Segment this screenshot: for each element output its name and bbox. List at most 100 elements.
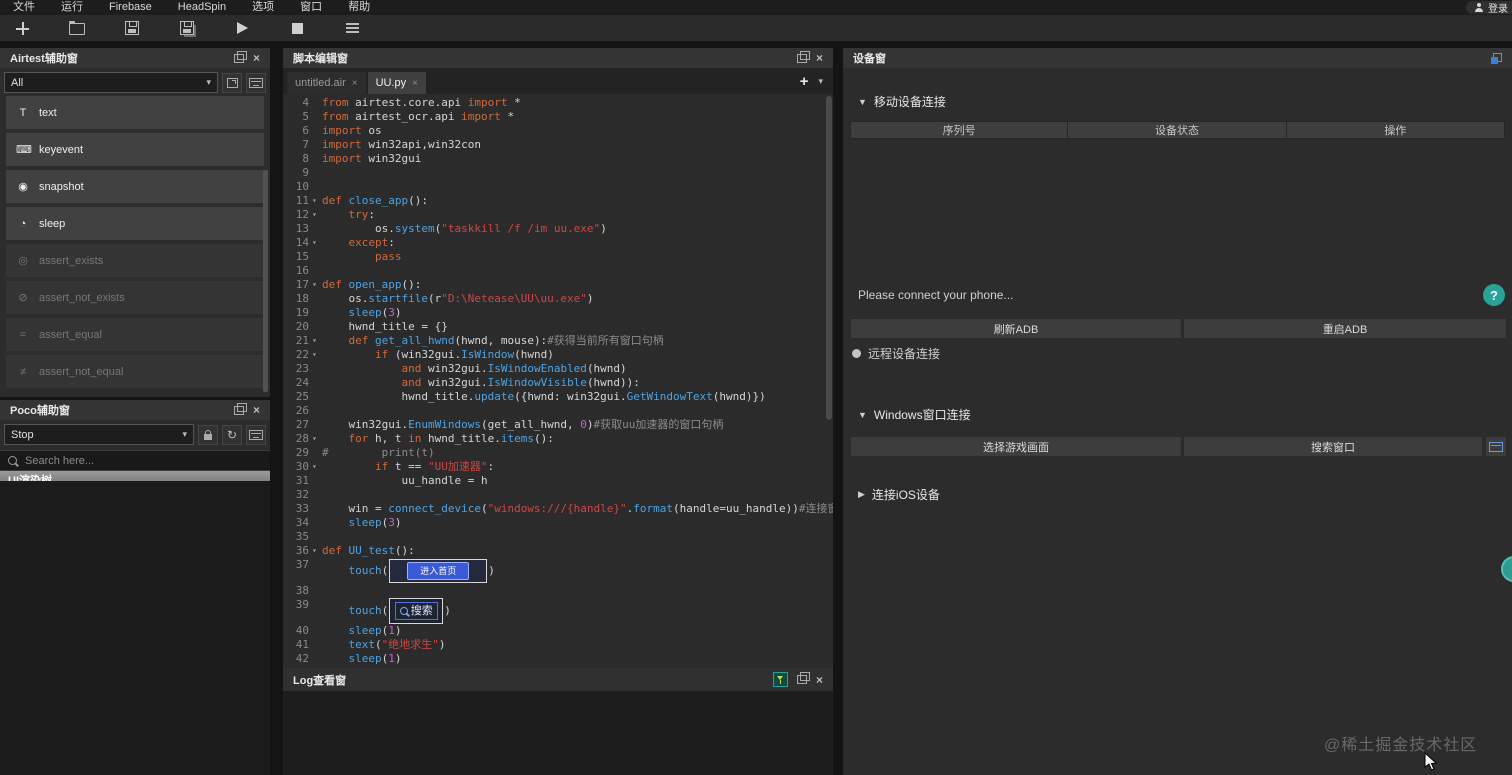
script-editor-panel: 脚本编辑窗 × untitled.air × UU.py × + ▾ 4 from ai…: [283, 48, 833, 668]
snippet-keyevent[interactable]: ⌨ keyevent: [6, 133, 264, 166]
line-number: 6: [302, 124, 309, 137]
poco-mode-dropdown[interactable]: Stop ▾: [4, 424, 194, 445]
tab-untitled.air[interactable]: untitled.air ×: [287, 72, 366, 94]
line-number: 7: [302, 138, 309, 151]
poco-search-input[interactable]: [23, 453, 262, 468]
line-number: 34: [295, 516, 309, 529]
section-windows-connect[interactable]: ▼ Windows窗口连接: [858, 406, 971, 423]
fold-marker[interactable]: ▾: [312, 348, 322, 362]
fold-marker[interactable]: ▾: [312, 278, 322, 292]
log-report-button[interactable]: [338, 18, 366, 38]
code-token: os.: [322, 222, 395, 235]
save-button[interactable]: [118, 18, 146, 38]
code-token: :: [388, 236, 395, 249]
save-all-button[interactable]: [173, 18, 201, 38]
snippet-snapshot[interactable]: ◉ snapshot: [6, 170, 264, 203]
close-icon[interactable]: ×: [816, 674, 823, 686]
code-token: ): [394, 306, 402, 319]
window-keyboard-button[interactable]: [1485, 436, 1507, 457]
snippet-sleep[interactable]: ◔ sleep: [6, 207, 264, 240]
lock-button[interactable]: [198, 424, 218, 445]
search-window-button[interactable]: 搜索窗口: [1183, 436, 1483, 457]
open-folder-button[interactable]: [63, 18, 91, 38]
code-token: def: [322, 544, 342, 557]
fold-marker[interactable]: ▾: [312, 194, 322, 208]
stop-script-button[interactable]: [283, 18, 311, 38]
snippet-assert_not_equal[interactable]: ≠ assert_not_equal: [6, 355, 264, 388]
close-icon[interactable]: ×: [253, 52, 260, 64]
fold-marker[interactable]: ▾: [312, 208, 322, 222]
insert-to-editor-button[interactable]: [222, 72, 242, 93]
editor-scrollbar[interactable]: [826, 96, 832, 420]
line-content: touch(进入首页): [322, 558, 495, 584]
code-editor[interactable]: 4 from airtest.core.api import * 5 from air…: [283, 94, 833, 668]
refresh-adb-button[interactable]: 刷新ADB: [850, 318, 1182, 339]
new-script-button[interactable]: +: [800, 74, 809, 89]
ui-tree-area[interactable]: [0, 481, 270, 775]
keyboard-button[interactable]: [246, 72, 266, 93]
snippet-assert_equal[interactable]: = assert_equal: [6, 318, 264, 351]
tab-UU.py[interactable]: UU.py ×: [367, 72, 427, 94]
code-token: win32gui.: [421, 362, 488, 375]
line-number: 20: [295, 320, 309, 333]
inline-image-search[interactable]: 搜索: [389, 598, 444, 624]
refresh-tree-button[interactable]: ↻: [222, 424, 242, 445]
inline-image-home-button[interactable]: 进入首页: [389, 559, 488, 583]
code-token: win =: [322, 502, 389, 515]
menu-item-options[interactable]: 选项: [239, 0, 287, 15]
api-filter-dropdown[interactable]: All ▾: [4, 72, 218, 93]
code-token: from: [322, 110, 349, 123]
run-script-button[interactable]: [228, 18, 256, 38]
menu-item-help[interactable]: 帮助: [335, 0, 383, 15]
menu-item-firebase[interactable]: Firebase: [96, 0, 165, 15]
code-token: (: [480, 502, 488, 515]
airtest-scrollbar[interactable]: [263, 170, 268, 392]
section-ios-connect[interactable]: ▶ 连接iOS设备: [858, 486, 940, 503]
code-token: (hwnd)):: [586, 376, 640, 389]
section-mobile-connect[interactable]: ▼ 移动设备连接: [858, 93, 946, 110]
snippet-text[interactable]: Ttext: [6, 96, 264, 129]
code-token: #获取uu加速器的窗口句柄: [593, 418, 724, 431]
code-token: "D:\Netease\UU\uu.exe": [441, 292, 587, 305]
line-number: 18: [295, 292, 309, 305]
tab-close-icon[interactable]: ×: [352, 78, 358, 89]
fold-marker[interactable]: ▾: [312, 460, 322, 474]
line-number: 41: [295, 638, 309, 651]
line-number: 8: [302, 152, 309, 165]
poco-keyboard-button[interactable]: [246, 424, 266, 445]
fold-marker[interactable]: ▾: [312, 432, 322, 446]
tab-list-button[interactable]: ▾: [818, 76, 823, 87]
code-token: import: [322, 124, 362, 137]
float-window-icon[interactable]: [233, 402, 247, 415]
code-token: ): [394, 652, 402, 665]
code-line-11: 11 ▾ def close_app ():: [283, 194, 833, 208]
float-window-icon[interactable]: [796, 50, 810, 63]
menu-item-file[interactable]: 文件: [0, 0, 48, 15]
close-icon[interactable]: ×: [253, 404, 260, 416]
fold-marker[interactable]: ▾: [312, 334, 322, 348]
snippet-label: assert_not_equal: [39, 365, 124, 378]
snippet-assert_not_exists[interactable]: ⊘ assert_not_exists: [6, 281, 264, 314]
new-file-button[interactable]: [8, 18, 36, 38]
device-panel-title: 设备窗: [853, 53, 886, 65]
float-window-icon[interactable]: [796, 672, 810, 684]
restart-adb-button[interactable]: 重启ADB: [1183, 318, 1507, 339]
menu-item-run[interactable]: 运行: [48, 0, 96, 15]
line-content: import os: [322, 124, 382, 138]
help-button[interactable]: ?: [1483, 284, 1505, 306]
float-window-icon[interactable]: [233, 50, 247, 63]
select-game-screen-button[interactable]: 选择游戏画面: [850, 436, 1182, 457]
menu-item-headspin[interactable]: HeadSpin: [165, 0, 239, 15]
tab-close-icon[interactable]: ×: [412, 78, 418, 89]
fold-marker[interactable]: ▾: [312, 236, 322, 250]
float-device-panel-icon[interactable]: [1491, 52, 1502, 64]
login-button[interactable]: 登录: [1466, 1, 1512, 15]
snippet-assert_exists[interactable]: ◎ assert_exists: [6, 244, 264, 277]
log-output-area[interactable]: [283, 691, 833, 775]
log-filter-icon[interactable]: [772, 672, 788, 687]
close-icon[interactable]: ×: [816, 52, 823, 64]
line-content: def open_app ():: [322, 278, 421, 292]
menu-item-window[interactable]: 窗口: [287, 0, 335, 15]
fold-marker[interactable]: ▾: [312, 544, 322, 558]
remote-device-toggle[interactable]: 远程设备连接: [852, 345, 940, 362]
